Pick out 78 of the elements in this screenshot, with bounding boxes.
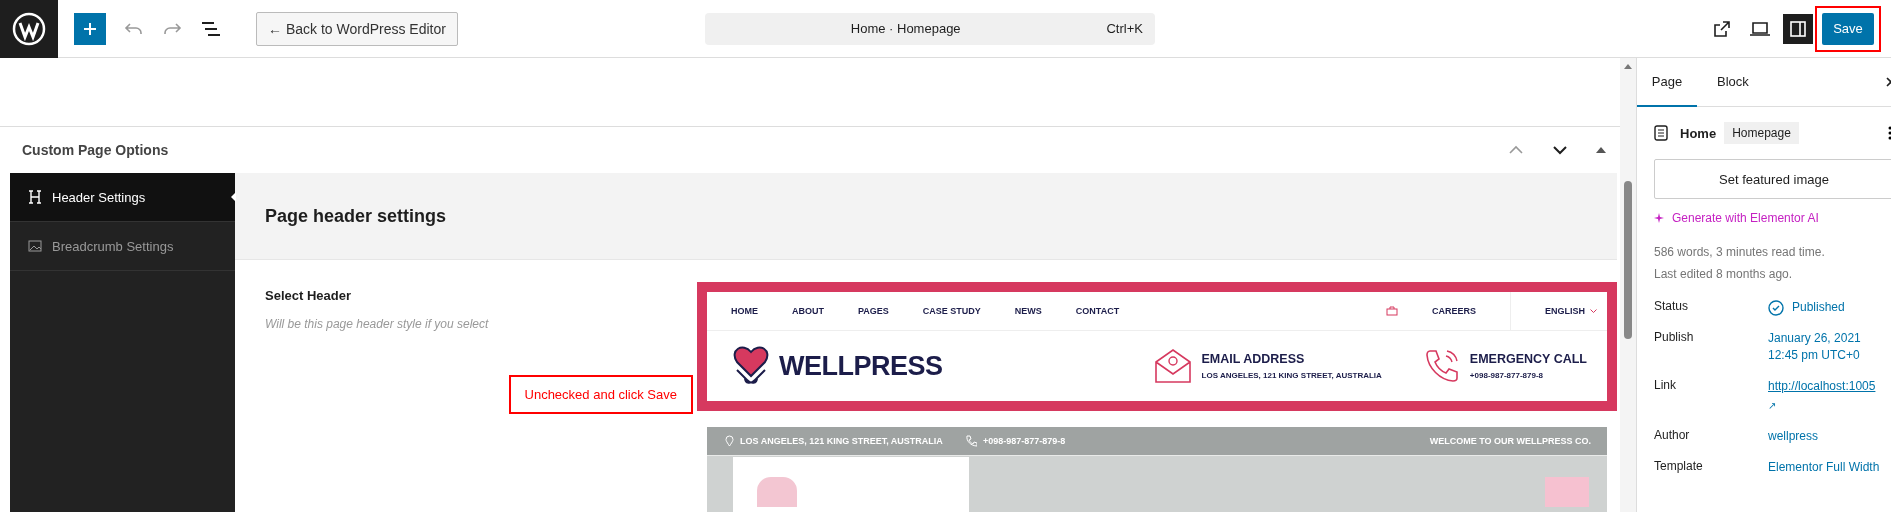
field-name: Publish bbox=[1654, 330, 1695, 346]
field-name: Status bbox=[1654, 299, 1690, 315]
welcome-text: WELCOME TO OUR WELLPRESS CO. bbox=[1429, 436, 1591, 446]
contact-detail: LOS ANGELES, 121 KING STREET, AUSTRALIA bbox=[1201, 371, 1382, 380]
settings-menu-item[interactable]: Header Settings bbox=[10, 173, 235, 222]
chevron-up-icon[interactable] bbox=[1508, 145, 1524, 155]
scroll-up-arrow-icon[interactable] bbox=[1624, 64, 1632, 69]
heart-logo-icon bbox=[757, 477, 797, 507]
undo-icon[interactable] bbox=[124, 20, 144, 37]
envelope-icon bbox=[1153, 348, 1192, 384]
check-circle-icon bbox=[1768, 299, 1784, 316]
preview-nav-item: CONTACT bbox=[1075, 306, 1120, 316]
contact-title: EMERGENCY CALL bbox=[1469, 352, 1587, 366]
chevron-down-icon[interactable] bbox=[1552, 145, 1568, 155]
wordpress-logo[interactable] bbox=[0, 0, 58, 58]
permalink-link[interactable]: http://localhost:1005 bbox=[1768, 378, 1876, 395]
header-style-preview[interactable]: HOME ABOUT PAGES CASE STUDY NEWS CONTACT CAREERS ENGLISH WELLPRESS EMAIL ADDRESS LOS ANGELES, 121 KING STREET, AUSTRALIA EMERGENCY CALL +098-987-877-879-8 bbox=[697, 282, 1617, 411]
phone-text: +098-987-877-879-8 bbox=[982, 436, 1066, 446]
sidebar-tab[interactable]: Block bbox=[1697, 58, 1769, 107]
scrollbar[interactable] bbox=[1620, 58, 1636, 512]
stats-text: Last edited 8 months ago. bbox=[1654, 266, 1794, 283]
list-view-icon[interactable] bbox=[200, 20, 222, 37]
page-icon bbox=[1654, 125, 1668, 141]
close-icon[interactable] bbox=[1885, 76, 1891, 88]
annotation-note: Unchecked and click Save bbox=[508, 375, 693, 414]
phone-icon bbox=[1423, 348, 1460, 384]
field-label: Select Header bbox=[265, 288, 352, 303]
field-hint: Will be this page header style if you select bbox=[265, 317, 490, 331]
preview-nav-item: NEWS bbox=[1014, 306, 1042, 316]
collapse-triangle-icon[interactable] bbox=[1596, 147, 1606, 153]
brand-logo-text: WELLPRESS bbox=[779, 350, 943, 382]
contact-detail: +098-987-877-879-8 bbox=[1469, 371, 1545, 380]
field-name: Author bbox=[1654, 428, 1691, 444]
caret-icon bbox=[1590, 309, 1597, 313]
language-selector: ENGLISH bbox=[1510, 292, 1597, 330]
redo-icon[interactable] bbox=[162, 20, 182, 37]
preview-nav-item: CAREERS bbox=[1431, 306, 1476, 316]
document-title: Home · Homepage bbox=[849, 21, 962, 36]
field-name: Link bbox=[1654, 378, 1677, 394]
status-value[interactable]: Published bbox=[1792, 299, 1845, 316]
laptop-icon[interactable] bbox=[1749, 20, 1771, 37]
briefcase-icon bbox=[1385, 306, 1398, 316]
field-value[interactable]: wellpress bbox=[1768, 428, 1818, 445]
sidebar-icon bbox=[1789, 19, 1807, 38]
heading-icon bbox=[28, 190, 42, 204]
wordpress-logo-icon bbox=[12, 11, 46, 46]
preview-nav-item: HOME bbox=[731, 306, 758, 316]
sidebar-toggle[interactable] bbox=[1783, 13, 1813, 44]
field-value[interactable]: Elementor Full Width bbox=[1768, 459, 1880, 476]
map-pin-icon bbox=[725, 435, 734, 447]
back-to-editor-button[interactable]: ← Back to WordPress Editor bbox=[256, 11, 458, 46]
external-arrow[interactable]: ↗ bbox=[1768, 397, 1876, 414]
preview-nav-item: ABOUT bbox=[792, 306, 824, 316]
image-icon bbox=[28, 240, 42, 252]
sidebar-tab[interactable]: Page bbox=[1637, 58, 1697, 107]
preview-nav-item: CASE STUDY bbox=[922, 306, 981, 316]
page-title: Home bbox=[1680, 125, 1717, 141]
save-button[interactable]: Save bbox=[1822, 12, 1874, 45]
more-options-icon[interactable] bbox=[1888, 126, 1891, 140]
field-name: Template bbox=[1654, 459, 1704, 475]
address-text: LOS ANGELES, 121 KING STREET, AUSTRALIA bbox=[740, 436, 943, 446]
template-badge: Homepage bbox=[1724, 122, 1799, 144]
command-bar[interactable]: Home · Homepage Ctrl+K bbox=[704, 12, 1155, 45]
contact-title: EMAIL ADDRESS bbox=[1201, 352, 1306, 366]
stats-text: 586 words, 3 minutes read time. bbox=[1654, 244, 1826, 261]
elementor-ai-link[interactable]: Generate with Elementor AI bbox=[1672, 211, 1819, 225]
set-featured-image-button[interactable]: Set featured image bbox=[1654, 159, 1891, 199]
scrollbar-thumb[interactable] bbox=[1624, 181, 1632, 339]
plus-icon bbox=[82, 20, 98, 37]
button-placeholder bbox=[1545, 477, 1589, 507]
section-title: Custom Page Options bbox=[22, 142, 169, 158]
phone-icon bbox=[964, 435, 977, 447]
field-value[interactable]: January 26, 2021 12:45 pm UTC+0 bbox=[1768, 330, 1861, 364]
keyboard-shortcut: Ctrl+K bbox=[1106, 21, 1143, 36]
external-link-icon[interactable] bbox=[1713, 19, 1731, 38]
panel-title: Page header settings bbox=[265, 205, 447, 227]
add-block-button[interactable] bbox=[74, 12, 106, 45]
preview-nav-item: PAGES bbox=[858, 306, 889, 316]
